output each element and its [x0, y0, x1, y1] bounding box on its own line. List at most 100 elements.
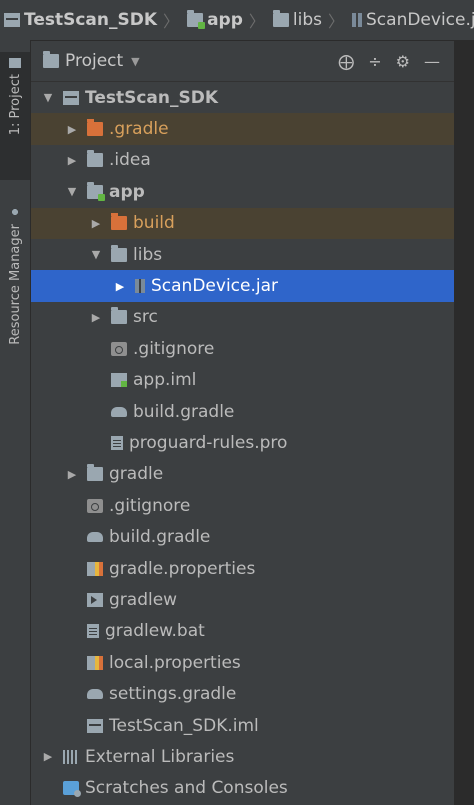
tree-item-label: libs — [133, 244, 163, 265]
expand-arrow-icon[interactable]: ▼ — [65, 185, 79, 198]
libraries-icon — [63, 749, 79, 764]
folder-icon — [87, 464, 103, 482]
tab-resource-manager[interactable]: Resource Manager — [0, 200, 30, 450]
tree-item-label: settings.gradle — [109, 684, 237, 705]
folder-icon — [111, 307, 127, 325]
tree-row-selected[interactable]: ▶ ScanDevice.jar — [31, 270, 454, 302]
collapse-arrow-icon[interactable]: ▶ — [65, 123, 79, 136]
tree-row[interactable]: ▶ src — [31, 302, 454, 333]
left-tool-strip: 1: Project Resource Manager — [0, 40, 31, 805]
tree-item-label: build.gradle — [109, 527, 211, 548]
tree-item-label: gradle — [109, 464, 164, 485]
tree-item-label: app — [109, 181, 145, 202]
tree-row[interactable]: gradle.properties — [31, 553, 454, 584]
gradle-icon — [111, 406, 127, 417]
tree-row[interactable]: gradlew — [31, 584, 454, 615]
excluded-folder-icon — [111, 213, 127, 231]
tree-item-label: app.iml — [133, 370, 197, 391]
tab-project[interactable]: 1: Project — [0, 52, 30, 180]
tree-item-label: gradlew — [109, 589, 178, 610]
tree-item-label: gradlew.bat — [105, 621, 205, 642]
breadcrumb-label: app — [207, 10, 243, 30]
breadcrumb-label: ScanDevice.jar — [366, 10, 474, 30]
tree-item-label: Scratches and Consoles — [85, 778, 288, 799]
gradle-icon — [87, 689, 103, 700]
tree-item-label: ScanDevice.jar — [151, 276, 279, 297]
collapse-arrow-icon[interactable]: ▶ — [65, 154, 79, 167]
tree-row[interactable]: app.iml — [31, 365, 454, 396]
collapse-arrow-icon[interactable]: ▶ — [113, 280, 127, 293]
tree-row[interactable]: proguard-rules.pro — [31, 427, 454, 458]
text-file-icon — [87, 624, 99, 639]
jar-icon — [135, 279, 145, 294]
tree-row[interactable]: local.properties — [31, 647, 454, 678]
project-view-selector[interactable]: Project ▼ — [43, 51, 140, 71]
expand-arrow-icon[interactable]: ▼ — [89, 248, 103, 261]
scratches-icon — [63, 781, 81, 798]
folder-icon — [87, 150, 103, 168]
tree-item-label: build — [133, 213, 175, 234]
tree-row[interactable]: ▶ gradle — [31, 459, 454, 490]
tree-row[interactable]: .gitignore — [31, 490, 454, 521]
iml-icon — [111, 373, 127, 388]
tree-row[interactable]: ▶ build — [31, 207, 454, 239]
target-icon[interactable]: ⨁ — [338, 52, 354, 71]
tree-item-label: .gradle — [109, 119, 169, 140]
breadcrumb-item[interactable]: ScanDevice.jar — [348, 10, 474, 30]
tree-item-label: gradle.properties — [109, 558, 256, 579]
breadcrumb-label: libs — [292, 10, 322, 30]
breadcrumb-separator-icon: 〉 — [163, 12, 180, 31]
tree-row[interactable]: ▶ .gradle — [31, 113, 454, 145]
right-edge-strip — [454, 41, 474, 805]
tree-row[interactable]: build.gradle — [31, 396, 454, 427]
tree-item-label: External Libraries — [85, 746, 235, 767]
breadcrumb-item[interactable]: TestScan_SDK — [0, 10, 157, 30]
tree-item-label: build.gradle — [133, 401, 235, 422]
folder-icon — [272, 10, 289, 27]
tree-row[interactable]: ▶ External Libraries — [31, 741, 454, 772]
gitignore-icon — [87, 498, 103, 513]
breadcrumb-item[interactable]: libs — [269, 10, 322, 30]
tree-item-label: .gitignore — [109, 495, 191, 516]
collapse-arrow-icon[interactable]: ▶ — [89, 217, 103, 230]
collapse-arrow-icon[interactable]: ▶ — [41, 750, 55, 763]
folder-icon — [9, 58, 21, 68]
tree-row[interactable]: ▼ TestScan_SDK — [31, 82, 454, 113]
tree-row[interactable]: ▶ .idea — [31, 145, 454, 176]
collapse-arrow-icon[interactable]: ▶ — [65, 468, 79, 481]
tree-row[interactable]: ▼ libs — [31, 239, 454, 270]
collapse-icon[interactable]: ÷ — [368, 52, 381, 71]
executable-icon — [87, 592, 103, 607]
tree-item-label: src — [133, 307, 158, 328]
tree-row[interactable]: Scratches and Consoles — [31, 773, 454, 804]
tree-row[interactable]: TestScan_SDK.iml — [31, 710, 454, 741]
chevron-down-icon: ▼ — [131, 54, 140, 68]
tree-item-label: local.properties — [109, 652, 241, 673]
project-panel: Project ▼ ⨁ ÷ ⚙ — ▼ TestScan_SDK ▶ .gradle ▶… — [31, 41, 454, 805]
tree-row[interactable]: settings.gradle — [31, 678, 454, 709]
gear-icon[interactable]: ⚙ — [396, 52, 410, 71]
tree-item-label: .idea — [109, 150, 151, 171]
project-view-icon — [43, 51, 59, 68]
tree-item-label: TestScan_SDK — [85, 87, 219, 108]
excluded-folder-icon — [87, 119, 103, 137]
tree-row[interactable]: build.gradle — [31, 521, 454, 552]
tree-item-label: proguard-rules.pro — [129, 432, 288, 453]
minimize-icon[interactable]: — — [424, 52, 440, 71]
panel-toolbar: ⨁ ÷ ⚙ — — [338, 52, 454, 71]
collapse-arrow-icon[interactable]: ▶ — [89, 311, 103, 324]
tab-resource-manager-label: Resource Manager — [7, 224, 23, 345]
gradle-icon — [87, 532, 103, 543]
tree-row[interactable]: ▼ app — [31, 176, 454, 207]
expand-arrow-icon[interactable]: ▼ — [41, 91, 55, 104]
breadcrumb-item[interactable]: app — [183, 10, 243, 30]
breadcrumb-separator-icon: 〉 — [328, 12, 345, 31]
project-icon — [87, 718, 103, 733]
tree-row[interactable]: gradlew.bat — [31, 616, 454, 647]
breadcrumb-label: TestScan_SDK — [24, 10, 158, 30]
properties-icon — [87, 561, 103, 576]
resource-manager-icon — [9, 206, 21, 218]
tree-row[interactable]: .gitignore — [31, 333, 454, 364]
text-file-icon — [111, 435, 123, 450]
tree-item-label: TestScan_SDK.iml — [109, 715, 259, 736]
